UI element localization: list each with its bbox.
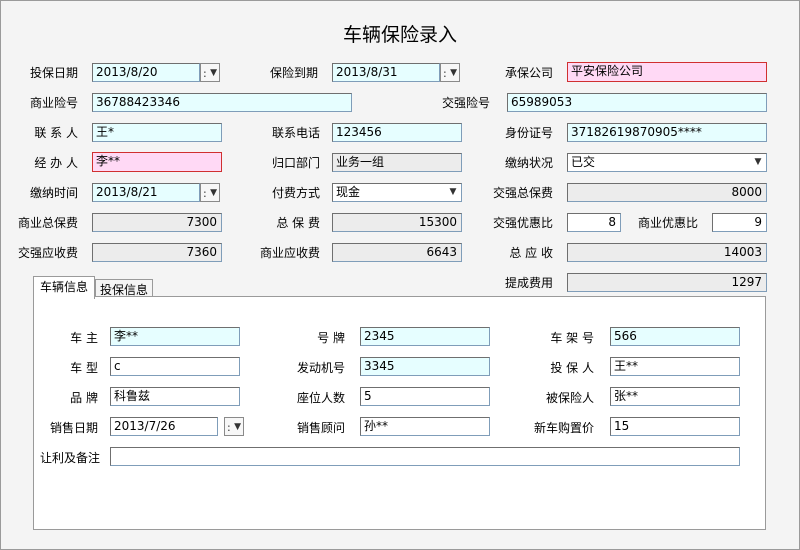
brand-field[interactable]: 科鲁兹 xyxy=(110,387,240,406)
end-date-picker[interactable]: : ▼ xyxy=(440,63,460,82)
chevron-down-icon: ▼ xyxy=(450,68,457,78)
engine-no-field[interactable]: 3345 xyxy=(360,357,490,376)
owner-field[interactable]: 李** xyxy=(110,327,240,346)
seats-field[interactable]: 5 xyxy=(360,387,490,406)
payment-method-value: 现金 xyxy=(336,185,361,199)
commercial-receivable-label: 商业应收费 xyxy=(259,246,320,260)
contact-label: 联 系 人 xyxy=(34,126,78,140)
commercial-total-premium-label: 商业总保费 xyxy=(17,216,78,230)
insured-label: 被保险人 xyxy=(545,391,594,405)
department-field: 业务一组 xyxy=(332,153,462,172)
brand-label: 品 牌 xyxy=(70,391,98,405)
compulsory-total-premium-label: 交强总保费 xyxy=(492,186,553,200)
new-car-price-label: 新车购置价 xyxy=(533,421,594,435)
phone-field[interactable]: 123456 xyxy=(332,123,462,142)
department-label: 归口部门 xyxy=(271,156,320,170)
compulsory-receivable-label: 交强应收费 xyxy=(17,246,78,260)
commission-field: 1297 xyxy=(567,273,767,292)
id-number-field[interactable]: 37182619870905**** xyxy=(567,123,767,142)
phone-label: 联系电话 xyxy=(271,126,320,140)
insurer-label: 承保公司 xyxy=(504,66,553,80)
remarks-field[interactable] xyxy=(110,447,740,466)
payment-method-select[interactable]: 现金 ▼ xyxy=(332,183,462,202)
payment-method-label: 付费方式 xyxy=(271,186,320,200)
total-receivable-label: 总 应 收 xyxy=(509,246,553,260)
payment-status-label: 缴纳状况 xyxy=(504,156,553,170)
chevron-down-icon: ▼ xyxy=(210,188,217,198)
sale-date-picker[interactable]: : ▼ xyxy=(224,417,244,436)
payment-time-picker[interactable]: : ▼ xyxy=(200,183,220,202)
vin-field[interactable]: 566 xyxy=(610,327,740,346)
compulsory-receivable-field: 7360 xyxy=(92,243,222,262)
compulsory-discount-field[interactable]: 8 xyxy=(567,213,621,232)
compulsory-policy-label: 交强险号 xyxy=(441,96,490,110)
commission-label: 提成费用 xyxy=(504,276,553,290)
tab-vehicle-info[interactable]: 车辆信息 xyxy=(33,276,95,299)
chevron-down-icon: ▼ xyxy=(234,422,241,432)
engine-no-label: 发动机号 xyxy=(296,361,345,375)
commercial-policy-label: 商业险号 xyxy=(29,96,78,110)
plate-field[interactable]: 2345 xyxy=(360,327,490,346)
end-date-label: 保险到期 xyxy=(269,66,318,80)
id-number-label: 身份证号 xyxy=(504,126,553,140)
model-label: 车 型 xyxy=(70,361,98,375)
chevron-down-icon[interactable]: ▼ xyxy=(752,155,764,170)
compulsory-discount-label: 交强优惠比 xyxy=(492,216,553,230)
handler-label: 经 办 人 xyxy=(34,156,78,170)
seats-label: 座位人数 xyxy=(296,391,345,405)
commercial-policy-field[interactable]: 36788423346 xyxy=(92,93,352,112)
payment-status-value: 已交 xyxy=(571,155,596,169)
owner-label: 车 主 xyxy=(70,331,98,345)
sale-date-field[interactable]: 2013/7/26 xyxy=(110,417,218,436)
payment-time-label: 缴纳时间 xyxy=(29,186,78,200)
sale-date-label: 销售日期 xyxy=(49,421,98,435)
sales-consultant-label: 销售顾问 xyxy=(296,421,345,435)
compulsory-policy-field[interactable]: 65989053 xyxy=(507,93,767,112)
plate-label: 号 牌 xyxy=(317,331,345,345)
total-premium-label: 总 保 费 xyxy=(276,216,320,230)
total-premium-field: 15300 xyxy=(332,213,462,232)
insurer-field[interactable]: 平安保险公司 xyxy=(567,62,767,82)
payment-time-field[interactable]: 2013/8/21 xyxy=(92,183,200,202)
chevron-down-icon[interactable]: ▼ xyxy=(447,185,459,200)
start-date-label: 投保日期 xyxy=(29,66,78,80)
commercial-discount-label: 商业优惠比 xyxy=(637,216,698,230)
commercial-discount-field[interactable]: 9 xyxy=(712,213,767,232)
form-title: 车辆保险录入 xyxy=(342,24,457,46)
new-car-price-field[interactable]: 15 xyxy=(610,417,740,436)
start-date-picker[interactable]: : ▼ xyxy=(200,63,220,82)
handler-field[interactable]: 李** xyxy=(92,152,222,172)
compulsory-total-premium-field: 8000 xyxy=(567,183,767,202)
payment-status-select[interactable]: 已交 ▼ xyxy=(567,153,767,172)
contact-field[interactable]: 王* xyxy=(92,123,222,142)
chevron-down-icon: ▼ xyxy=(210,68,217,78)
commercial-receivable-field: 6643 xyxy=(332,243,462,262)
policyholder-field[interactable]: 王** xyxy=(610,357,740,376)
start-date-field[interactable]: 2013/8/20 xyxy=(92,63,200,82)
policyholder-label: 投 保 人 xyxy=(550,361,594,375)
insured-field[interactable]: 张** xyxy=(610,387,740,406)
end-date-field[interactable]: 2013/8/31 xyxy=(332,63,440,82)
model-field[interactable]: c xyxy=(110,357,240,376)
remarks-label: 让利及备注 xyxy=(39,451,100,465)
commercial-total-premium-field: 7300 xyxy=(92,213,222,232)
total-receivable-field: 14003 xyxy=(567,243,767,262)
vin-label: 车 架 号 xyxy=(550,331,594,345)
sales-consultant-field[interactable]: 孙** xyxy=(360,417,490,436)
